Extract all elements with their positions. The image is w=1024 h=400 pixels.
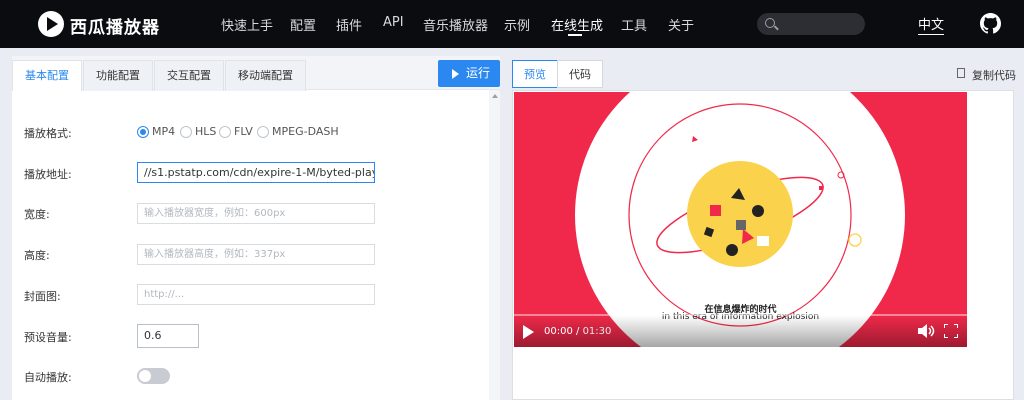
poster-label: 封面图:	[24, 290, 61, 303]
top-navbar: 西瓜播放器 快速上手 配置 插件 API 音乐播放器 示例 在线生成 工具 关于…	[0, 0, 1024, 48]
config-panel: 基本配置 功能配置 交互配置 移动端配置 运行 播放格式: 播放地址: 宽度: …	[12, 56, 500, 400]
nav-item-music-player[interactable]: 音乐播放器	[423, 15, 488, 34]
toggle-knob	[139, 370, 151, 382]
nav-item-config[interactable]: 配置	[290, 15, 316, 34]
play-icon	[452, 69, 459, 79]
search-icon	[765, 18, 775, 28]
nav-item-examples[interactable]: 示例	[504, 15, 530, 34]
current-time: 00:00	[544, 326, 573, 337]
tab-preview[interactable]: 预览	[512, 60, 558, 88]
time-display: 00:00 / 01:30	[544, 326, 612, 337]
tab-interaction-config[interactable]: 交互配置	[154, 60, 224, 91]
volume-input[interactable]: 0.6	[137, 324, 199, 348]
nav-item-plugins[interactable]: 插件	[336, 15, 362, 34]
nav-item-about[interactable]: 关于	[668, 15, 694, 34]
width-label: 宽度:	[24, 208, 50, 221]
search-input[interactable]	[757, 13, 865, 35]
nav-item-api[interactable]: API	[383, 15, 404, 30]
red-square	[710, 205, 721, 216]
format-label: 播放格式:	[24, 127, 72, 140]
tab-mobile-config[interactable]: 移动端配置	[225, 60, 306, 91]
run-button-label: 运行	[466, 66, 491, 80]
form-scrollbar[interactable]	[489, 90, 500, 400]
black-circle	[726, 244, 738, 256]
github-icon[interactable]	[980, 13, 1001, 34]
nav-item-online-generate[interactable]: 在线生成	[551, 15, 603, 34]
language-switch[interactable]: 中文	[918, 14, 945, 35]
nav-item-quickstart[interactable]: 快速上手	[221, 15, 273, 34]
volume-icon[interactable]	[918, 324, 936, 338]
nav-item-tools[interactable]: 工具	[621, 15, 647, 34]
run-button[interactable]: 运行	[438, 60, 500, 87]
tab-feature-config[interactable]: 功能配置	[83, 60, 153, 91]
active-nav-indicator	[568, 34, 582, 36]
video-player[interactable]: 在信息爆炸的时代 in this era of information expl…	[514, 92, 967, 347]
tab-basic-config[interactable]: 基本配置	[12, 60, 82, 91]
grey-square	[736, 220, 746, 230]
config-tabs: 基本配置 功能配置 交互配置 移动端配置 运行	[12, 56, 500, 91]
duration: 01:30	[582, 326, 612, 337]
sun-shape	[687, 161, 793, 267]
tab-code[interactable]: 代码	[557, 60, 603, 88]
brand-name[interactable]: 西瓜播放器	[70, 13, 160, 38]
white-rect	[757, 236, 769, 246]
height-label: 高度:	[24, 249, 50, 262]
volume-label: 预设音量:	[24, 331, 72, 344]
play-button-icon[interactable]	[523, 325, 534, 339]
black-dot	[752, 205, 764, 217]
poster-input[interactable]: http://...	[137, 284, 375, 305]
red-bit	[819, 186, 823, 190]
autoplay-label: 自动播放:	[24, 371, 72, 384]
copy-icon	[957, 68, 965, 78]
url-input[interactable]: //s1.pstatp.com/cdn/expire-1-M/byted-pla…	[137, 162, 375, 183]
url-label: 播放地址:	[24, 168, 72, 181]
autoplay-toggle[interactable]	[137, 368, 170, 384]
height-input[interactable]: 输入播放器高度，例如：337px	[137, 244, 375, 265]
scroll-up-icon[interactable]	[492, 94, 498, 98]
fullscreen-icon[interactable]	[944, 324, 958, 338]
player-controls: 00:00 / 01:30	[514, 315, 967, 347]
logo-icon[interactable]	[38, 11, 64, 37]
width-input[interactable]: 输入播放器宽度，例如：600px	[137, 203, 375, 224]
